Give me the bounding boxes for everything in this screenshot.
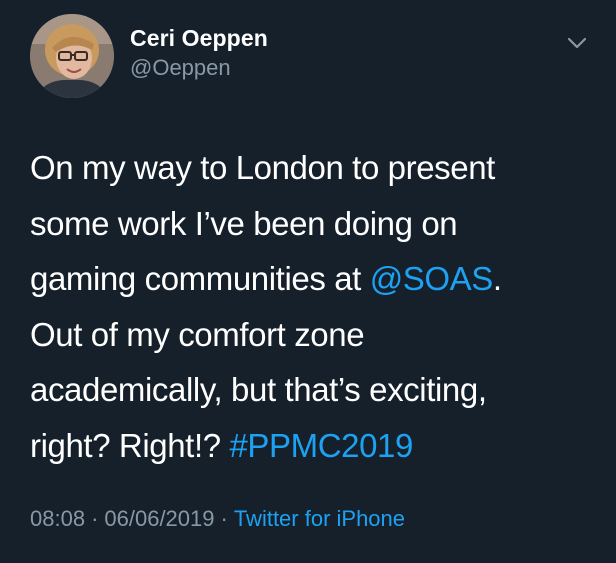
chevron-down-icon-svg (567, 37, 587, 49)
chevron-down-icon[interactable] (564, 34, 590, 52)
tweet-time[interactable]: 08:08 (30, 506, 85, 531)
tweet-line: On my way to London to present (30, 140, 600, 196)
tweet-line-text: academically, but that’s exciting, (30, 371, 487, 408)
author-display-name[interactable]: Ceri Oeppen (130, 24, 268, 52)
tweet-line-text: Out of my comfort zone (30, 315, 365, 353)
meta-separator: · (220, 506, 228, 531)
tweet-source-link[interactable]: Twitter for iPhone (234, 506, 405, 531)
tweet-card: Ceri Oeppen @Oeppen On my way to London … (0, 0, 616, 563)
tweet-line: some work I’ve been doing on (30, 196, 600, 252)
meta-separator: · (91, 506, 99, 531)
avatar-photo-icon (30, 14, 114, 98)
tweet-line: right? Right!? #PPMC2019 (30, 418, 600, 474)
avatar[interactable] (30, 14, 114, 98)
tweet-line-text: right? Right!? (30, 426, 230, 464)
tweet-header: Ceri Oeppen @Oeppen (30, 14, 590, 98)
user-info[interactable]: Ceri Oeppen @Oeppen (130, 24, 268, 82)
hashtag-link-ppmc2019[interactable]: #PPMC2019 (229, 427, 413, 464)
tweet-date[interactable]: 06/06/2019 (104, 506, 214, 531)
tweet-meta: 08:08 · 06/06/2019 · Twitter for iPhone (30, 504, 405, 534)
tweet-line-text: gaming communities at (30, 260, 370, 297)
tweet-line: academically, but that’s exciting, (30, 362, 600, 418)
tweet-line-text: . (492, 260, 502, 297)
tweet-line: Out of my comfort zone (30, 307, 600, 363)
mention-link-soas[interactable]: @SOAS (370, 260, 494, 297)
tweet-text: On my way to London to present some work… (30, 140, 600, 473)
tweet-line-text: On my way to London to present (30, 149, 495, 186)
tweet-line-text: some work I’ve been doing on (30, 204, 458, 242)
author-handle[interactable]: @Oeppen (130, 54, 268, 82)
tweet-line: gaming communities at @SOAS. (30, 251, 600, 307)
